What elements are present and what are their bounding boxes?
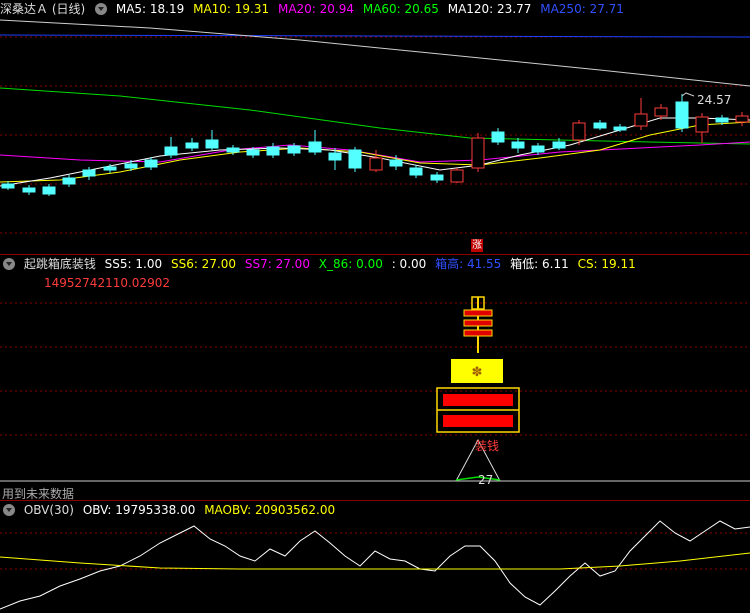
ma60-label: MA60: 20.65 [362, 2, 439, 16]
future-data-footer: 用到未来数据 [2, 487, 75, 500]
candle-down [226, 147, 240, 153]
main-legend: 深桑达Ａ (日线) MA5: 18.19 MA10: 19.31 MA20: 2… [0, 0, 629, 18]
blank-label: : 0.00 [391, 257, 427, 271]
candle-up [735, 115, 749, 123]
candle-up [450, 169, 464, 183]
candle-down [491, 131, 505, 143]
ma120-line [0, 19, 750, 87]
candle-down [675, 101, 689, 129]
ss6-label: SS6: 27.00 [170, 257, 237, 271]
candle-up [634, 113, 648, 127]
candlestick-chart[interactable] [0, 0, 750, 254]
candle-down [246, 149, 260, 156]
candle-up [572, 122, 586, 141]
candle-down [715, 117, 729, 123]
candle-down [389, 159, 403, 167]
candle-down [103, 166, 117, 171]
obv-value-label: OBV: 19795338.00 [82, 503, 196, 517]
candle-down [511, 141, 525, 149]
box-high-label: 箱高: 41.55 [435, 257, 502, 271]
ma250-label: MA250: 27.71 [540, 2, 624, 16]
maobv-value-label: MAOBV: 20903562.00 [204, 503, 336, 517]
obv-title: OBV(30) [23, 503, 74, 517]
cs-label: CS: 19.11 [577, 257, 636, 271]
stack-red-bar [463, 319, 493, 327]
candle-down [62, 177, 76, 185]
candle-down [124, 163, 138, 169]
maobv-line [0, 552, 750, 570]
chevron-down-icon[interactable] [3, 258, 15, 270]
ss7-label: SS7: 27.00 [244, 257, 310, 271]
candle-up [369, 157, 383, 171]
obv-panel[interactable]: OBV(30) OBV: 19795338.00 MAOBV: 20903562… [0, 501, 750, 613]
candle-down [82, 169, 96, 177]
indicator-title: 起跳箱底装钱 [23, 257, 96, 271]
stock-title: 深桑达Ａ (日线) [0, 2, 86, 16]
chevron-down-icon[interactable] [3, 504, 15, 516]
candle-down [144, 159, 158, 168]
candle-down [348, 149, 362, 169]
red-bar [443, 394, 513, 406]
candle-down [328, 152, 342, 161]
candle-down [531, 145, 545, 153]
candle-down [409, 167, 423, 176]
ma120-label: MA120: 23.77 [447, 2, 532, 16]
indicator-legend: 起跳箱底装钱 SS5: 1.00 SS6: 27.00 SS7: 27.00 X… [0, 255, 641, 273]
ma5-line [0, 117, 750, 187]
candle-down [185, 142, 199, 149]
peak-value-label: 27 [478, 473, 494, 487]
candle-down [1, 183, 15, 189]
candle-down [42, 186, 56, 195]
ma20-label: MA20: 20.94 [277, 2, 355, 16]
zhang-marker: 涨 [471, 239, 483, 252]
stack-red-bar [463, 329, 493, 337]
chevron-down-icon[interactable] [95, 3, 108, 15]
ss5-label: SS5: 1.00 [104, 257, 163, 271]
candle-up [471, 137, 485, 169]
candle-down [593, 122, 607, 129]
candle-up [654, 107, 668, 117]
zhuangqian-label: 装钱 [475, 439, 500, 453]
high-price-label: 24.57 [697, 93, 732, 107]
candle-down [430, 174, 444, 181]
red-bar [443, 415, 513, 427]
stack-red-bar [463, 309, 493, 317]
butterfly-icon: ✽ [472, 365, 483, 380]
indicator-chart[interactable]: ✽ [0, 255, 750, 500]
x86-label: X_86: 0.00 [318, 257, 383, 271]
main-chart-panel[interactable]: 深桑达Ａ (日线) MA5: 18.19 MA10: 19.31 MA20: 2… [0, 0, 750, 254]
candle-down [164, 146, 178, 156]
indicator-panel[interactable]: 起跳箱底装钱 SS5: 1.00 SS6: 27.00 SS7: 27.00 X… [0, 255, 750, 500]
candle-down [205, 139, 219, 149]
obv-legend: OBV(30) OBV: 19795338.00 MAOBV: 20903562… [0, 501, 340, 519]
candle-down [308, 141, 322, 153]
candle-up [695, 116, 709, 133]
candle-down [552, 141, 566, 149]
ma5-label: MA5: 18.19 [115, 2, 185, 16]
candle-down [287, 145, 301, 154]
high-marker-line [681, 92, 695, 97]
candle-down [613, 126, 627, 131]
ma10-line [0, 121, 750, 183]
candle-down [266, 146, 280, 156]
box-low-label: 箱低: 6.11 [510, 257, 569, 271]
candle-down [22, 187, 36, 193]
ma10-label: MA10: 19.31 [193, 2, 270, 16]
